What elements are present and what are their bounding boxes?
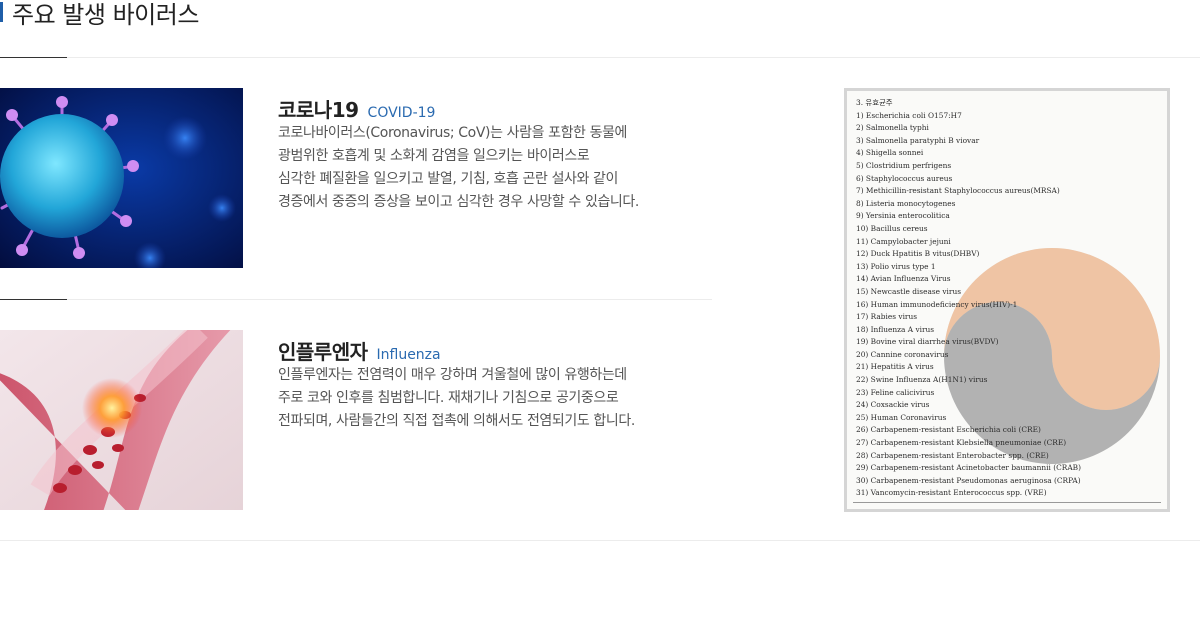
document-item: 26) Carbapenem-resistant Escherichia col…	[856, 425, 1041, 435]
document-item: 16) Human immunodeficiency virus(HIV)-1	[856, 299, 1018, 309]
document-rule	[853, 502, 1161, 503]
document-item: 4) Shigella sonnei	[856, 148, 924, 158]
document-item: 10) Bacillus cereus	[856, 223, 928, 233]
document-text: 3. 유효균주 1) Escherichia coli O157:H7 2) Sa…	[856, 97, 1161, 500]
influenza-description: 인플루엔자는 전염력이 매우 강하며 겨울철에 많이 유행하는데 주로 코와 인…	[278, 364, 698, 433]
covid19-desc-line: 경증에서 중증의 증상을 보이고 심각한 경우 사망할 수 있습니다.	[278, 194, 639, 210]
document-item: 31) Vancomycin-resistant Enterococcus sp…	[856, 488, 1047, 498]
influenza-title: 인플루엔자 Influenza	[278, 336, 441, 365]
document-item: 22) Swine Influenza A(H1N1) virus	[856, 375, 988, 385]
footer-divider	[0, 540, 1200, 541]
document-item: 24) Coxsackie virus	[856, 400, 930, 410]
document-item: 9) Yersinia enterocolitica	[856, 211, 950, 221]
document-item: 21) Hepatitis A virus	[856, 362, 934, 372]
document-item: 17) Rabies virus	[856, 312, 918, 322]
influenza-desc-line: 전파되며, 사람들간의 직접 접촉에 의해서도 전염되기도 합니다.	[278, 413, 635, 429]
document-item: 2) Salmonella typhi	[856, 123, 929, 133]
covid19-desc-line: 코로나바이러스(Coronavirus; CoV)는 사람을 포함한 동물에	[278, 125, 628, 141]
document-item: 15) Newcastle disease virus	[856, 286, 962, 296]
covid19-desc-line: 심각한 폐질환을 일으키고 발열, 기침, 호흡 곤란 설사와 같이	[278, 171, 619, 187]
covid19-image	[0, 88, 243, 268]
document-item: 1) Escherichia coli O157:H7	[856, 110, 962, 120]
document-item: 7) Methicillin-resistant Staphylococcus …	[856, 186, 1060, 196]
document-item: 23) Feline calicivirus	[856, 387, 935, 397]
document-item: 6) Staphylococcus aureus	[856, 173, 953, 183]
influenza-english-name: Influenza	[376, 347, 441, 363]
influenza-desc-line: 인플루엔자는 전염력이 매우 강하며 겨울철에 많이 유행하는데	[278, 367, 627, 383]
strain-list-document: 3. 유효균주 1) Escherichia coli O157:H7 2) Sa…	[844, 88, 1170, 512]
document-item: 25) Human Coronavirus	[856, 412, 947, 422]
covid19-description: 코로나바이러스(Coronavirus; CoV)는 사람을 포함한 동물에 광…	[278, 122, 698, 214]
document-item: 3) Salmonella paratyphi B viovar	[856, 135, 980, 145]
covid19-name: 코로나19	[278, 98, 359, 122]
document-item: 19) Bovine viral diarrhea virus(BVDV)	[856, 337, 999, 347]
document-item: 30) Carbapenem-resistant Pseudomonas aer…	[856, 475, 1081, 485]
document-item: 20) Cannine coronavirus	[856, 349, 949, 359]
document-item: 13) Polio virus type 1	[856, 261, 936, 271]
section-marker	[0, 57, 67, 58]
influenza-image	[0, 330, 243, 510]
document-heading: 3. 유효균주	[856, 98, 893, 107]
document-item: 28) Carbapenem-resistant Enterobacter sp…	[856, 450, 1049, 460]
influenza-desc-line: 주로 코와 인후를 침범합니다. 재채기나 기침으로 공기중으로	[278, 390, 619, 406]
header-divider	[0, 57, 1200, 58]
covid19-english-name: COVID-19	[367, 105, 436, 121]
document-item: 12) Duck Hpatitis B vitus(DHBV)	[856, 249, 980, 259]
document-item: 11) Campylobacter jejuni	[856, 236, 951, 246]
document-item: 14) Avian Influenza Virus	[856, 274, 951, 284]
entry-marker	[0, 299, 67, 300]
influenza-name: 인플루엔자	[278, 340, 368, 364]
document-item: 29) Carbapenem-resistant Acinetobacter b…	[856, 463, 1081, 473]
covid19-desc-line: 광범위한 호흡계 및 소화계 감염을 일으키는 바이러스로	[278, 148, 590, 164]
document-item: 8) Listeria monocytogenes	[856, 198, 956, 208]
page-title: 주요 발생 바이러스	[12, 0, 199, 29]
document-item-list: 1) Escherichia coli O157:H7 2) Salmonella…	[856, 110, 1161, 500]
title-accent-bar	[0, 2, 3, 22]
document-item: 18) Influenza A virus	[856, 324, 935, 334]
covid19-title: 코로나19 COVID-19	[278, 94, 435, 123]
document-item: 27) Carbapenem-resistant Klebsiella pneu…	[856, 438, 1067, 448]
entry-divider	[0, 299, 712, 300]
page-header: 주요 발생 바이러스	[0, 0, 199, 30]
document-item: 5) Clostridium perfrigens	[856, 160, 952, 170]
